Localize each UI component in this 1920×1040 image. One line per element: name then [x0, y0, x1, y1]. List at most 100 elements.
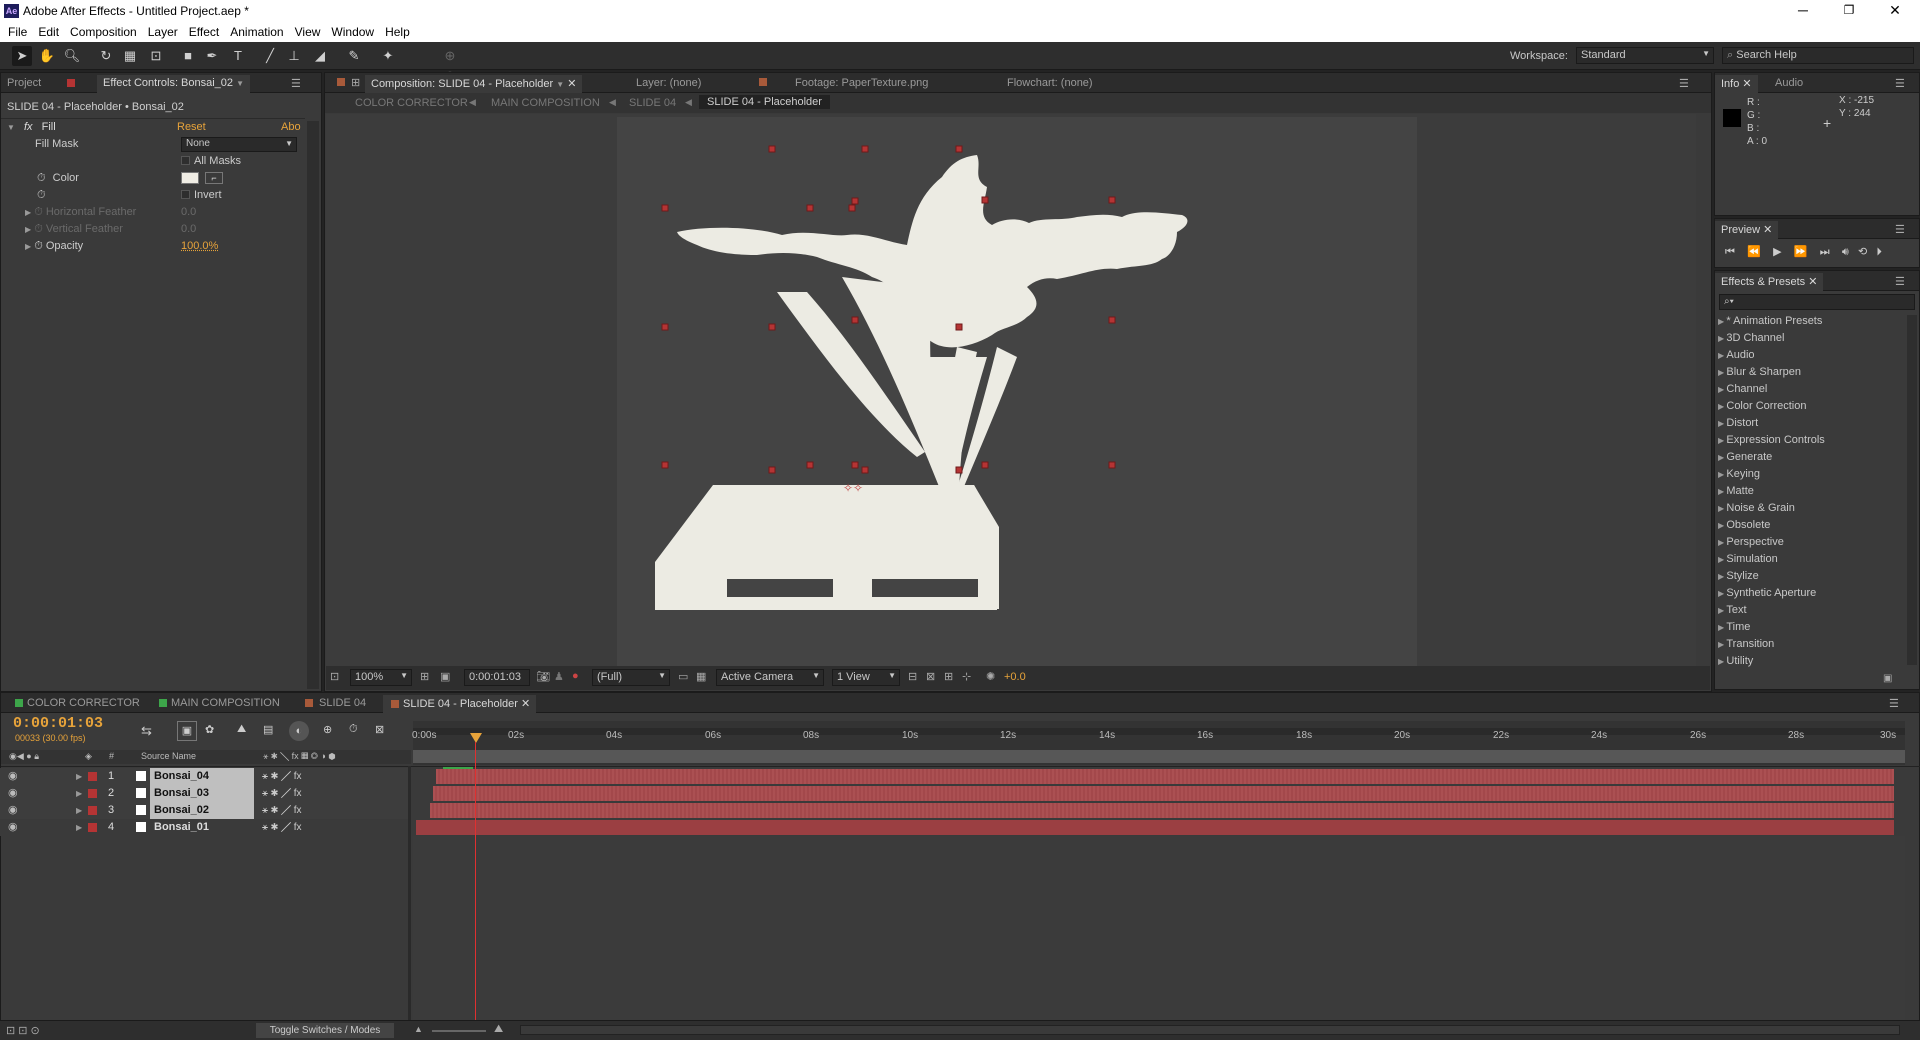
zoom-select[interactable]: 100% ▼ — [350, 669, 412, 686]
toggle-pixel-aspect-icon[interactable]: ⊟ — [908, 670, 917, 683]
layer-expand-icon[interactable]: ▶ — [76, 785, 82, 802]
playhead-line[interactable] — [475, 742, 476, 1020]
auto-keyframe-icon[interactable]: ⏱ — [349, 723, 358, 736]
effects-list-item[interactable]: ▶ Perspective — [1718, 536, 1784, 548]
source-name-header[interactable]: Source Name — [141, 751, 196, 761]
fill-mask-select[interactable]: None ▼ — [181, 137, 297, 152]
pan-behind-tool-icon[interactable]: ⊡ — [146, 46, 166, 66]
brainstorm-icon[interactable]: ⊕ — [323, 723, 332, 736]
layer-switches-icons[interactable]: ⚹ ✱ ╱ fx — [262, 802, 302, 819]
maximize-button[interactable]: ❐ — [1826, 0, 1872, 22]
roto-brush-tool-icon[interactable]: ✎ — [344, 46, 364, 66]
workspace-select[interactable]: Standard ▼ — [1576, 47, 1714, 64]
tab-flowchart[interactable]: Flowchart: (none) — [1001, 75, 1099, 93]
layer-duration-bar[interactable] — [436, 769, 1894, 784]
layer-expand-icon[interactable]: ▶ — [76, 802, 82, 819]
tab-project[interactable]: Project — [1, 75, 47, 93]
breadcrumb-current[interactable]: SLIDE 04 - Placeholder — [699, 95, 830, 109]
timeline-menu-icon[interactable]: ☰ — [1889, 697, 1899, 710]
tab-effects-presets[interactable]: Effects & Presets ✕ — [1715, 273, 1824, 291]
always-preview-icon[interactable]: ⊡ — [330, 670, 339, 683]
effects-list-item[interactable]: ▶ Synthetic Aperture — [1718, 587, 1816, 599]
effects-list-item[interactable]: ▶ Distort — [1718, 417, 1758, 429]
draft-3d-icon[interactable]: ✿ — [205, 723, 214, 736]
timeline-timecode[interactable]: 0:00:01:03 — [13, 715, 103, 732]
pane-divider[interactable] — [408, 766, 411, 1020]
hide-shy-layers-icon[interactable]: ⛰ — [237, 723, 246, 736]
timeline-icon[interactable]: ⊞ — [944, 670, 953, 683]
zoom-tool-icon[interactable]: 🔍︎ — [62, 46, 82, 66]
visibility-eye-icon[interactable]: ◉ — [8, 802, 18, 819]
camera-tool-icon[interactable]: ▦ — [120, 46, 140, 66]
tab-composition[interactable]: Composition: SLIDE 04 - Placeholder ▼ ✕ — [365, 75, 583, 93]
effects-list-item[interactable]: ▶ Stylize — [1718, 570, 1759, 582]
timeline-tab-active[interactable]: SLIDE 04 - Placeholder ✕ — [383, 695, 537, 713]
hand-tool-icon[interactable]: ✋ — [37, 46, 57, 66]
menu-window[interactable]: Window — [329, 25, 381, 39]
effects-list-item[interactable]: ▶ Channel — [1718, 383, 1767, 395]
last-frame-icon[interactable]: ⏭ — [1820, 246, 1830, 258]
timeline-horizontal-scrollbar[interactable] — [520, 1025, 1900, 1035]
work-area-range[interactable] — [413, 750, 1905, 763]
effects-list-item[interactable]: ▶ 3D Channel — [1718, 332, 1784, 344]
channel-icon[interactable]: ● — [572, 670, 579, 682]
panel-menu-icon[interactable]: ☰ — [291, 77, 301, 90]
invert-checkbox[interactable] — [181, 190, 190, 199]
puppet-pin-tool-icon[interactable]: ✦ — [378, 46, 398, 66]
exposure-value[interactable]: +0.0 — [1004, 671, 1026, 683]
tab-layer[interactable]: Layer: (none) — [630, 75, 707, 93]
effects-list-item[interactable]: ▶ Blur & Sharpen — [1718, 366, 1801, 378]
layer-label-color[interactable] — [88, 789, 97, 798]
effects-list-item[interactable]: ▶ Noise & Grain — [1718, 502, 1795, 514]
effects-list-item[interactable]: ▶ Utility — [1718, 655, 1753, 667]
layer-expand-icon[interactable]: ▶ — [76, 768, 82, 785]
about-link[interactable]: Abo — [281, 119, 301, 136]
rectangle-tool-icon[interactable]: ■ — [178, 46, 198, 66]
layer-name[interactable]: Bonsai_03 — [150, 785, 254, 802]
tab-close-icon[interactable]: ✕ — [567, 78, 576, 90]
motion-blur-icon[interactable]: ◐ — [289, 721, 309, 741]
breadcrumb-item[interactable]: MAIN COMPOSITION — [491, 97, 600, 109]
timeline-empty-area[interactable] — [413, 836, 1905, 1020]
effects-scrollbar[interactable] — [1907, 315, 1917, 665]
invert-stopwatch-icon[interactable]: ⏱ — [37, 187, 46, 204]
layer-switches-icons[interactable]: ⚹ ✱ ╱ fx — [262, 785, 302, 802]
zoom-out-icon[interactable]: ▲ — [414, 1024, 423, 1034]
new-folder-icon[interactable]: ▣ — [1883, 673, 1892, 684]
effects-menu-icon[interactable]: ☰ — [1895, 275, 1905, 288]
menu-help[interactable]: Help — [383, 25, 417, 39]
layer-name[interactable]: Bonsai_04 — [150, 768, 254, 785]
anchor-point-icon[interactable]: ✧✧ — [843, 481, 863, 495]
close-button[interactable]: ✕ — [1872, 0, 1918, 22]
brush-tool-icon[interactable]: ╱ — [260, 46, 280, 66]
toggle-switches-modes-button[interactable]: Toggle Switches / Modes — [256, 1023, 394, 1038]
timeline-tab[interactable]: COLOR CORRECTOR — [21, 695, 146, 713]
reset-exposure-icon[interactable]: ✺ — [986, 670, 995, 683]
expand-triangle-icon[interactable]: ▼ — [7, 123, 15, 132]
layer-expand-icon[interactable]: ▶ — [76, 819, 82, 836]
expand-layer-switches-icon[interactable]: ⊡ ⊡ ⊙ — [6, 1024, 40, 1037]
fx-icon[interactable]: fx — [24, 121, 33, 133]
play-icon[interactable]: ▶ — [1773, 246, 1781, 258]
effects-list-item[interactable]: ▶ Color Correction — [1718, 400, 1806, 412]
effects-list-item[interactable]: ▶ Time — [1718, 621, 1750, 633]
menu-layer[interactable]: Layer — [146, 25, 185, 39]
tab-effect-controls[interactable]: Effect Controls: Bonsai_02 ▼ — [97, 75, 251, 93]
next-frame-icon[interactable]: ⏩ — [1794, 246, 1808, 258]
info-menu-icon[interactable]: ☰ — [1895, 77, 1905, 90]
current-time-field[interactable]: 0:00:01:03 — [464, 669, 530, 686]
layer-name[interactable]: Bonsai_01 — [150, 819, 254, 836]
layer-label-color[interactable] — [88, 806, 97, 815]
safe-zones-icon[interactable]: ⊞ — [420, 670, 429, 683]
region-of-interest-icon[interactable]: ▭ — [678, 670, 688, 683]
tab-info[interactable]: Info ✕ — [1715, 75, 1758, 93]
tab-audio[interactable]: Audio — [1769, 75, 1809, 93]
stopwatch-icon[interactable]: ⏱ — [37, 172, 46, 184]
fast-previews-icon[interactable]: ⊠ — [926, 670, 935, 683]
menu-animation[interactable]: Animation — [228, 25, 290, 39]
first-frame-icon[interactable]: ⏮ — [1725, 246, 1735, 258]
menu-effect[interactable]: Effect — [187, 25, 226, 39]
visibility-eye-icon[interactable]: ◉ — [8, 768, 18, 785]
rotate-tool-icon[interactable]: ↻ — [96, 46, 116, 66]
menu-view[interactable]: View — [293, 25, 328, 39]
